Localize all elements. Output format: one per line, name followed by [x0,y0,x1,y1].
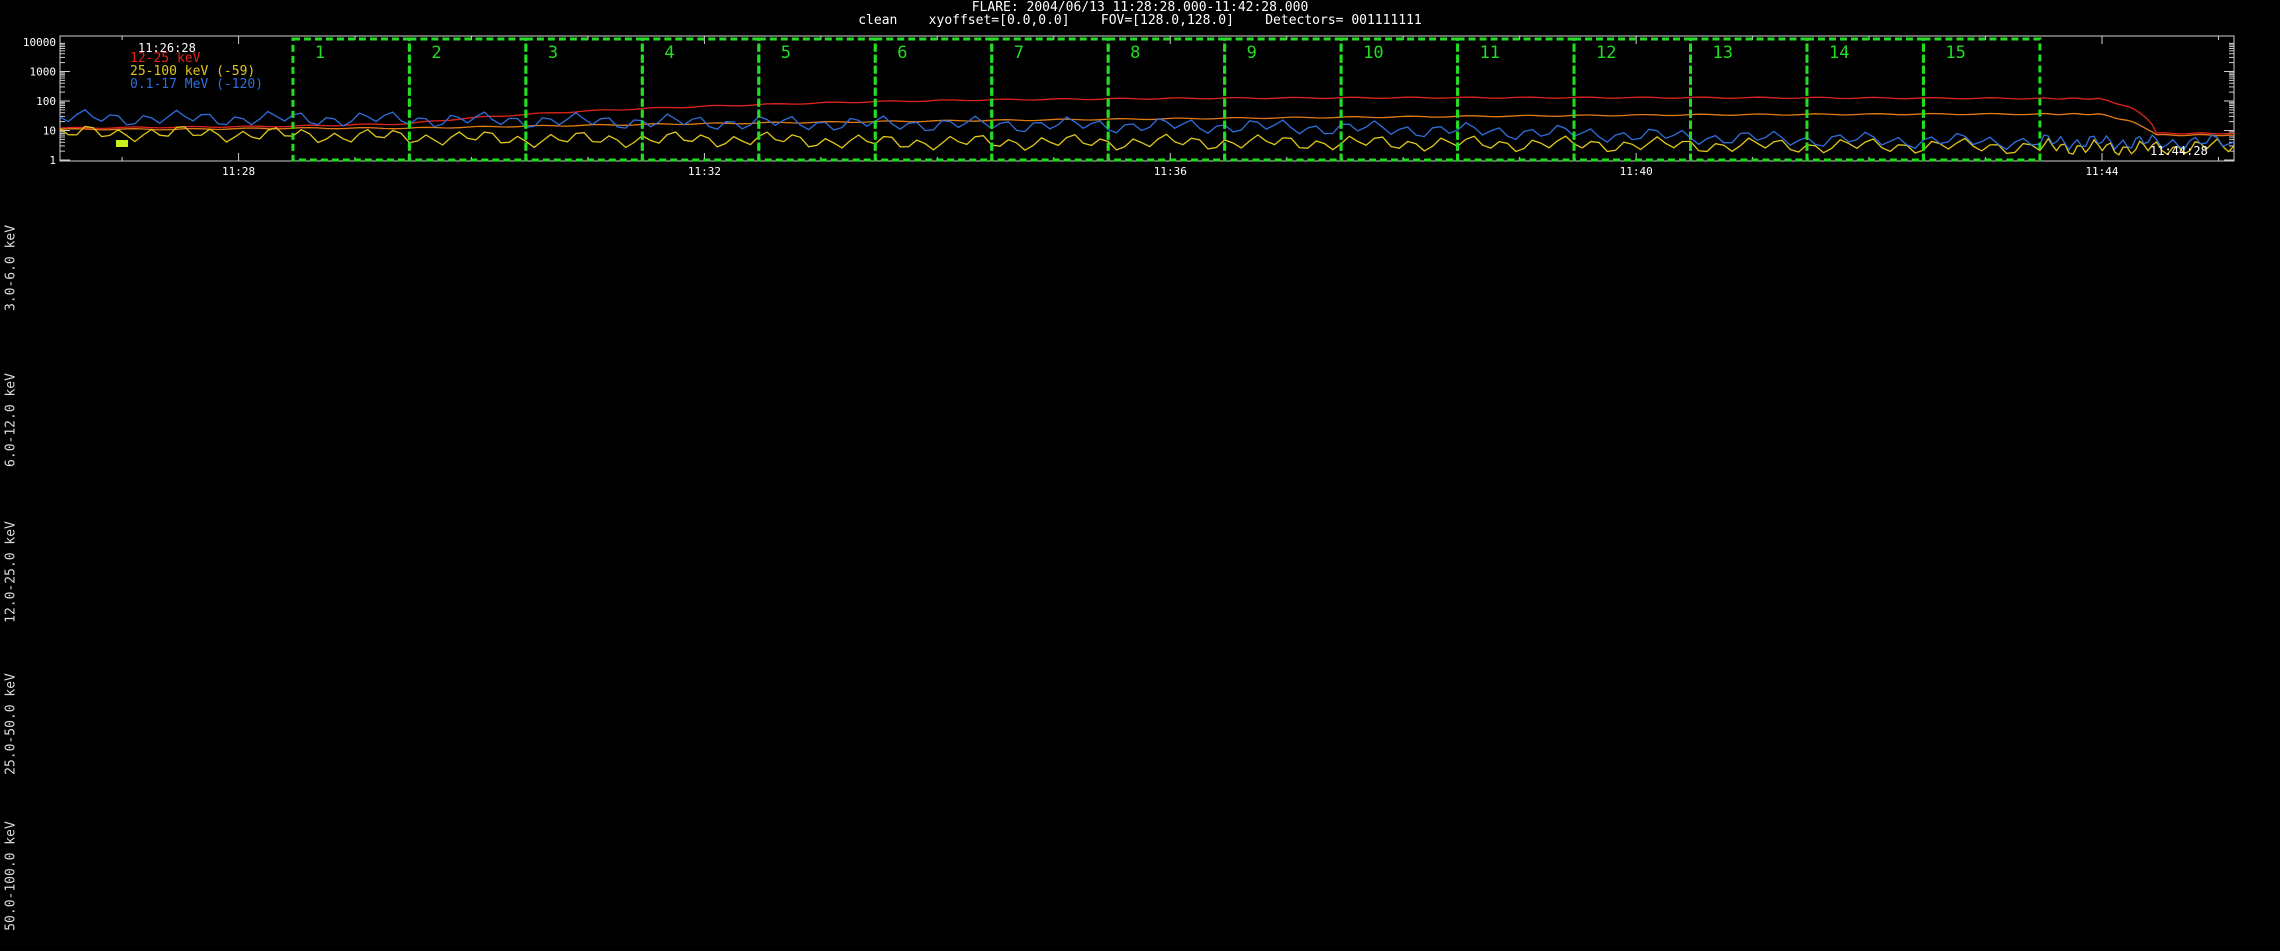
interval-label-13: 13 [1713,43,1733,63]
image-row-label-3: 25.0-50.0 keV [3,673,19,775]
interval-label-4: 4 [664,43,674,63]
image-row-label-1: 6.0-12.0 keV [3,373,19,467]
interval-label-14: 14 [1829,43,1849,63]
legend-small-marker [116,140,128,147]
interval-box-3 [524,37,644,162]
series-line-3 [59,108,2235,151]
series-layer [59,96,2235,156]
interval-box-5 [757,37,877,162]
y-tick-label: 1 [49,154,56,167]
interval-label-10: 10 [1363,43,1383,63]
interval-label-11: 11 [1480,43,1500,63]
interval-label-5: 5 [781,43,791,63]
interval-box-13 [1689,37,1809,162]
interval-label-1: 1 [315,43,325,63]
flare-lightcurve-chart: FLARE: 2004/06/13 11:28:28.000-11:42:28.… [23,0,2235,178]
x-tick-label: 11:44 [2085,165,2118,178]
chart-subtitle: clean xyoffset=[0.0,0.0] FOV=[128.0,128.… [858,13,1422,28]
interval-label-12: 12 [1596,43,1616,63]
y-axis: 1 10 100 1000 10000 [23,36,2234,167]
interval-label-6: 6 [897,43,907,63]
interval-label-7: 7 [1014,43,1024,63]
image-row-label-2: 12.0-25.0 keV [3,521,19,623]
legend-entry-3: 0.1-17 MeV (-120) [130,77,263,92]
interval-label-2: 2 [431,43,441,63]
interval-label-8: 8 [1130,43,1140,63]
image-row-label-0: 3.0-6.0 keV [3,224,19,312]
interval-box-6 [873,37,994,162]
x-tick-label: 11:32 [688,165,721,178]
interval-label-9: 9 [1247,43,1257,63]
interval-label-3: 3 [548,43,558,63]
corner-time-label: 11:44:28 [2150,144,2208,158]
interval-label-15: 15 [1945,43,1965,63]
x-tick-label: 11:40 [1620,165,1653,178]
y-tick-label: 10 [43,125,56,138]
x-tick-label: 11:36 [1154,165,1187,178]
interval-box-8 [1106,37,1227,162]
y-tick-label: 10000 [23,36,56,49]
y-tick-label: 100 [36,95,56,108]
interval-box-9 [1223,37,1343,162]
image-row-label-4: 50.0-100.0 keV [3,821,19,931]
series-line-2 [59,125,2235,156]
y-tick-label: 1000 [30,66,57,79]
x-tick-label: 11:28 [222,165,255,178]
interval-layer: 1 2 3 4 5 6 7 8 9 10 11 12 13 14 15 [291,37,2042,162]
